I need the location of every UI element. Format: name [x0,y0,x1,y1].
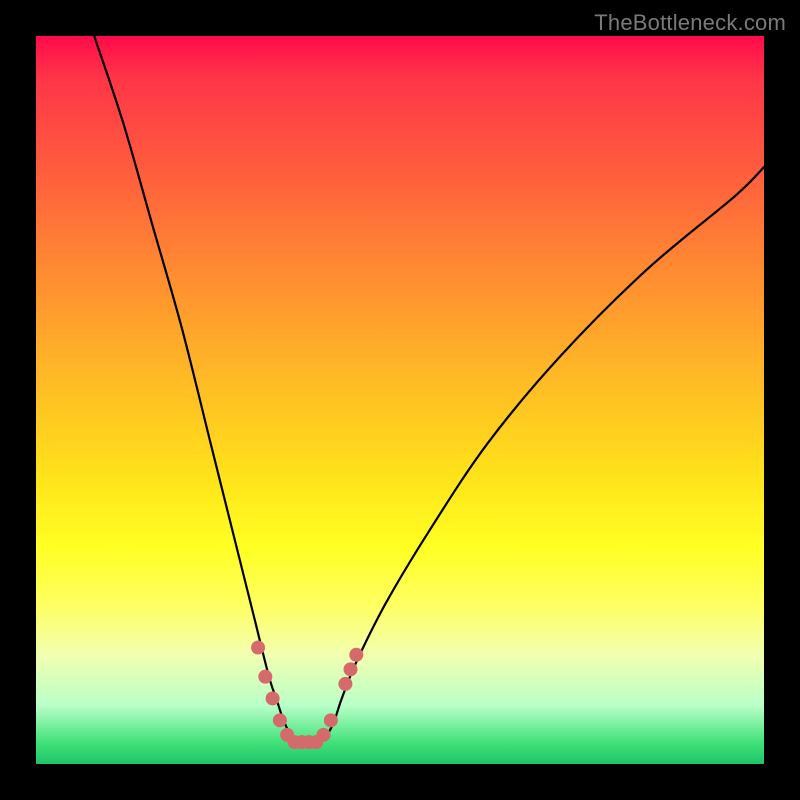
valley-marker [287,735,301,749]
watermark-text: TheBottleneck.com [594,10,786,36]
valley-marker [309,735,323,749]
chart-frame: TheBottleneck.com [0,0,800,800]
valley-marker [295,735,309,749]
valley-marker [302,735,316,749]
valley-markers [251,641,363,750]
valley-marker [273,713,287,727]
bottleneck-curve [94,36,764,743]
valley-marker [338,677,352,691]
valley-marker [266,691,280,705]
curve-svg [36,36,764,764]
valley-marker [280,728,294,742]
valley-marker [349,648,363,662]
valley-marker [258,670,272,684]
valley-marker [344,662,358,676]
valley-marker [317,728,331,742]
plot-area [36,36,764,764]
valley-marker [324,713,338,727]
valley-marker [251,641,265,655]
